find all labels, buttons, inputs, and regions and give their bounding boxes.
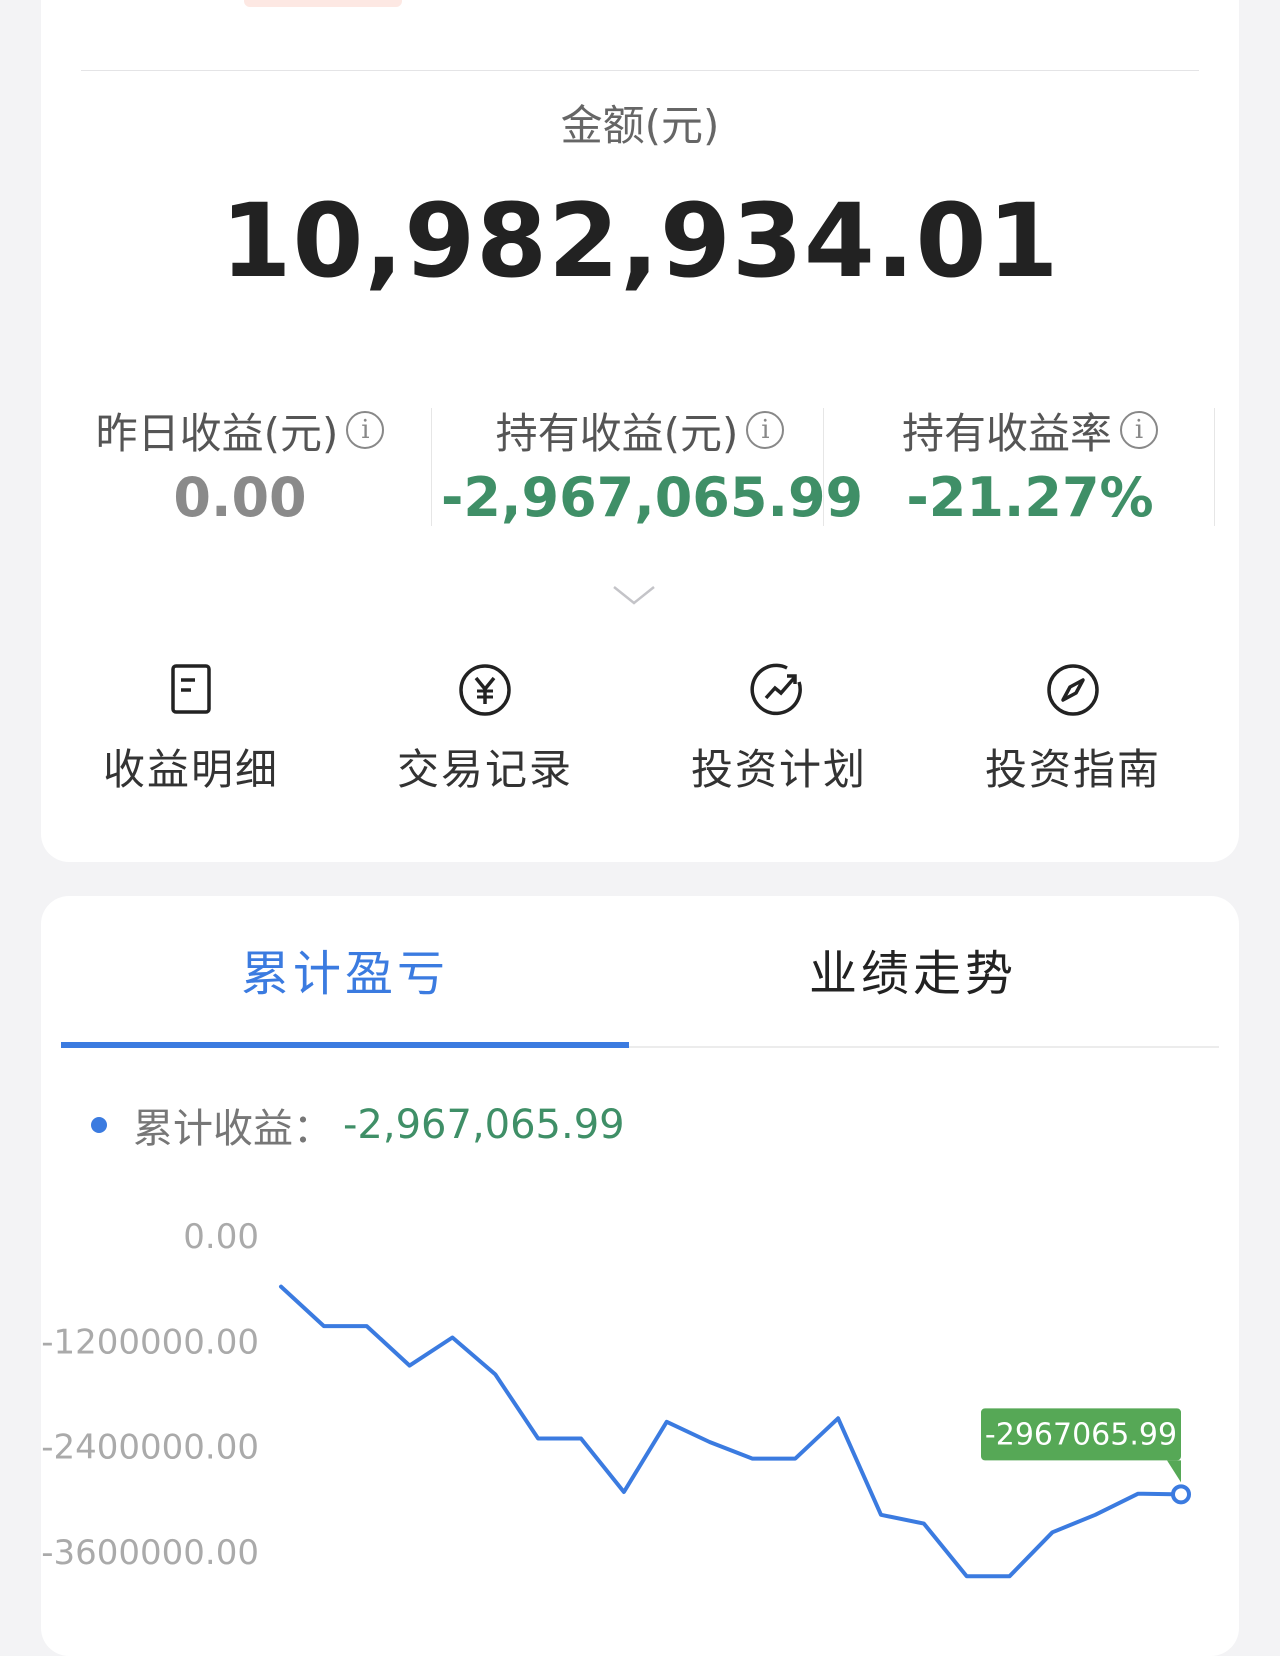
top-tag-stub	[244, 0, 402, 7]
amount-value: 10,982,934.01	[41, 182, 1239, 301]
action-investment-plan[interactable]: 投资计划	[629, 660, 929, 797]
details-link[interactable]: 详情	[1103, 0, 1195, 6]
last-point-marker	[1173, 1486, 1189, 1502]
stat-label: 昨日收益(元)	[96, 400, 339, 461]
stat-holding-income: 持有收益(元) i -2,967,065.99	[441, 400, 839, 525]
amount-label: 金额(元)	[41, 92, 1239, 153]
compass-icon	[1043, 660, 1103, 720]
divider	[431, 408, 432, 526]
stat-holding-rate: 持有收益率 i -21.27%	[831, 400, 1229, 525]
action-label: 交易记录	[335, 736, 635, 797]
stat-value: -2,967,065.99	[441, 466, 839, 529]
trend-up-icon	[749, 660, 809, 720]
tooltip-pointer	[1167, 1460, 1181, 1482]
y-tick-label: -3600000.00	[41, 1533, 259, 1573]
tooltip-value: -2967065.99	[985, 1417, 1177, 1452]
stat-yesterday-income: 昨日收益(元) i 0.00	[41, 400, 439, 525]
action-label: 投资指南	[923, 736, 1223, 797]
info-icon[interactable]: i	[1120, 411, 1158, 449]
action-label: 收益明细	[41, 736, 341, 797]
action-income-details[interactable]: 收益明细	[41, 660, 341, 797]
stat-label: 持有收益(元)	[496, 400, 739, 461]
y-tick-label: 0.00	[183, 1217, 259, 1257]
y-tick-label: -1200000.00	[41, 1322, 259, 1362]
performance-card: 累计盈亏 业绩走势 累计收益： -2,967,065.99 0.00-12000…	[41, 896, 1239, 1656]
action-trade-records[interactable]: 交易记录	[335, 660, 635, 797]
divider	[81, 70, 1199, 71]
info-icon[interactable]: i	[746, 411, 784, 449]
divider	[1214, 408, 1215, 526]
stat-label: 持有收益率	[902, 400, 1112, 461]
chevron-down-icon[interactable]	[612, 584, 656, 606]
quick-actions: 收益明细 交易记录 投资计划 投资指南	[41, 660, 1239, 790]
stats-row: 昨日收益(元) i 0.00 持有收益(元) i -2,967,065.99 持…	[41, 400, 1239, 525]
portfolio-summary-card: 详情 金额(元) 10,982,934.01 昨日收益(元) i 0.00 持有…	[41, 0, 1239, 862]
action-label: 投资计划	[629, 736, 929, 797]
cumulative-pnl-chart[interactable]: 0.00 -1200000.00 -2400000.00 -3600000.00 -29…	[41, 896, 1239, 1656]
stat-value: -21.27%	[831, 466, 1229, 529]
info-icon[interactable]: i	[346, 411, 384, 449]
yuan-circle-icon	[455, 660, 515, 720]
divider	[823, 408, 824, 526]
action-investment-guide[interactable]: 投资指南	[923, 660, 1223, 797]
y-tick-label: -2400000.00	[41, 1428, 259, 1468]
document-icon	[161, 660, 221, 720]
stat-value: 0.00	[41, 466, 439, 529]
